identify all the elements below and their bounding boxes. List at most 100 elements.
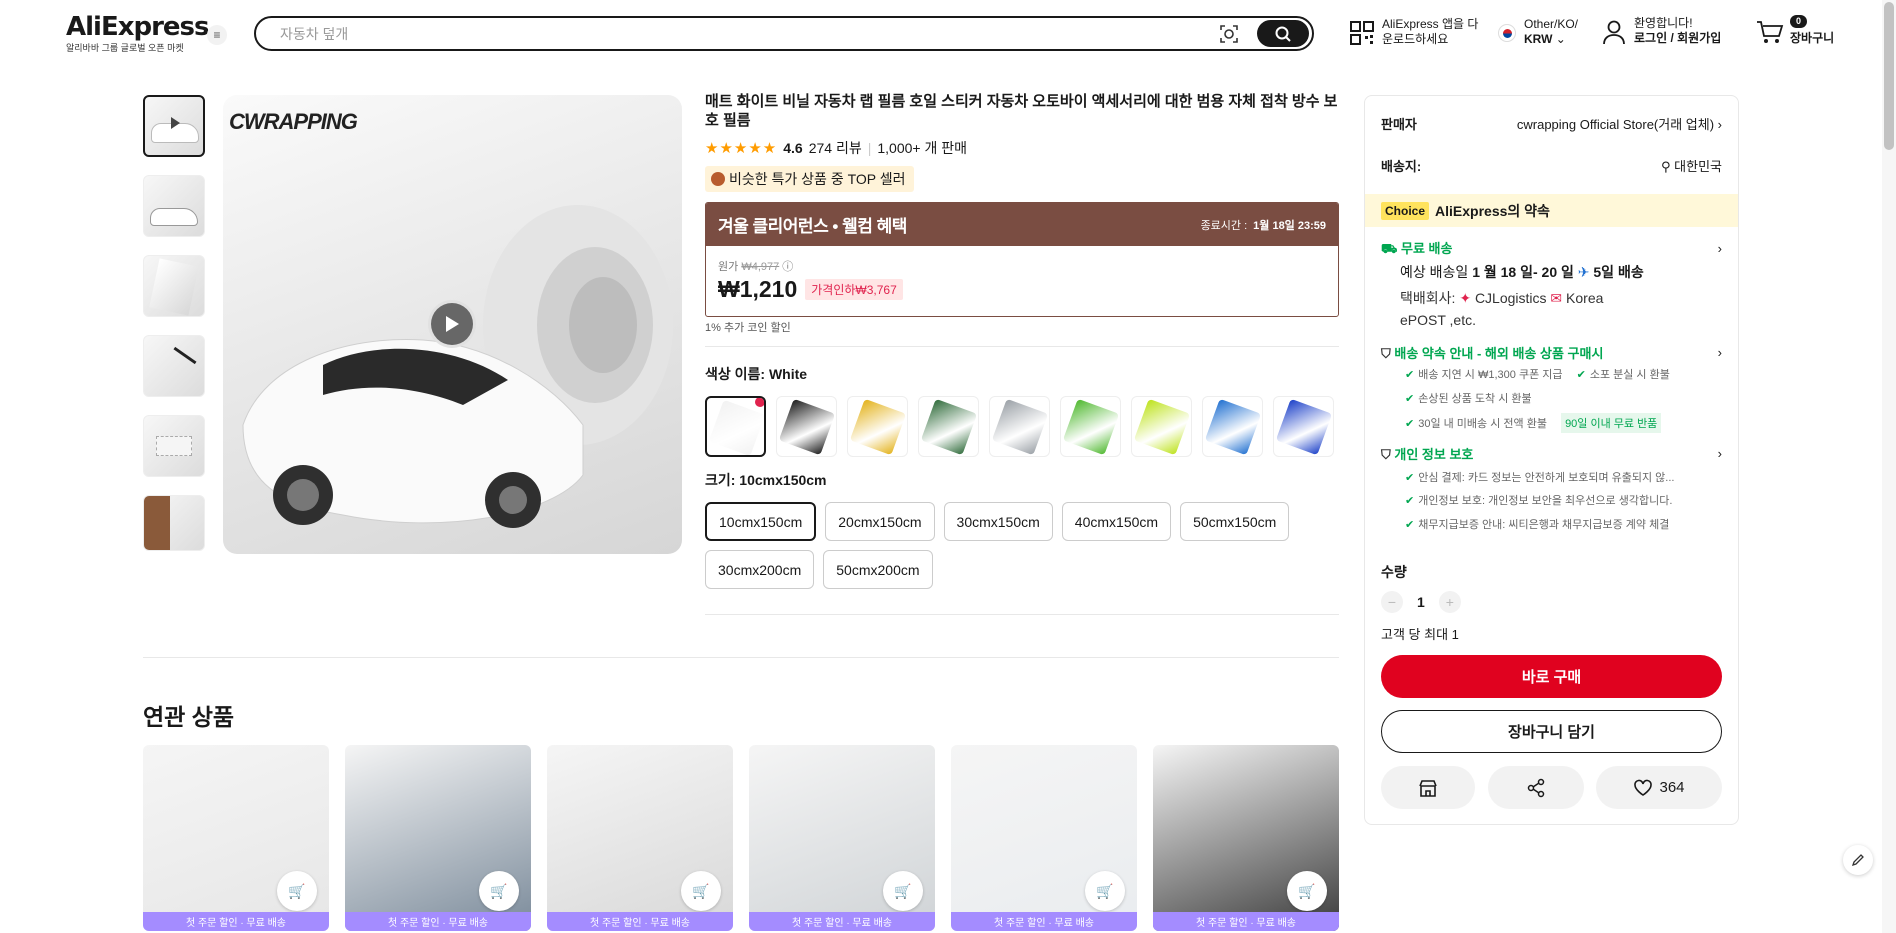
add-to-cart-icon[interactable]: 🛒 <box>1085 871 1125 911</box>
info-icon: ⓘ <box>782 261 794 273</box>
size-option[interactable]: 30cmx150cm <box>943 502 1053 541</box>
main-product-image[interactable]: CWRAPPING <box>223 95 682 554</box>
edit-icon[interactable] <box>1843 845 1873 875</box>
privacy-row[interactable]: ⛉ 개인 정보 보호 › <box>1381 444 1722 463</box>
thumbnail[interactable] <box>143 415 205 477</box>
wishlist-count: 364 <box>1659 779 1685 796</box>
share-button[interactable] <box>1488 766 1584 809</box>
discount-badge: 가격인하₩3,767 <box>805 279 903 300</box>
color-swatch-black[interactable] <box>776 396 837 457</box>
add-to-cart-icon[interactable]: 🛒 <box>277 871 317 911</box>
promo-strip: 첫 주문 할인 · 무료 배송 <box>1153 912 1339 931</box>
thumbnail[interactable] <box>143 335 205 397</box>
check-icon: ✔ <box>1405 392 1415 405</box>
check-icon: ✔ <box>1405 417 1415 430</box>
chevron-down-icon: ⌄ <box>1555 32 1566 46</box>
review-count[interactable]: 274 리뷰 <box>809 138 862 158</box>
size-option[interactable]: 50cmx200cm <box>823 550 933 589</box>
decrease-button[interactable]: − <box>1381 591 1403 613</box>
color-swatch-green[interactable] <box>1060 396 1121 457</box>
account-link[interactable]: 환영합니다! 로그인 / 회원가입 <box>1634 16 1721 46</box>
choice-banner: Choice AliExpress의 약속 <box>1365 194 1738 227</box>
add-to-cart-button[interactable]: 장바구니 담기 <box>1381 710 1722 753</box>
sale-price: ₩1,210 <box>718 276 798 302</box>
ship-to-row[interactable]: 배송지: ⚲ 대한민국 <box>1381 156 1722 175</box>
aliexpress-logo[interactable]: AliExpress <box>66 12 209 42</box>
related-product-card[interactable]: 🛒 첫 주문 할인 · 무료 배송 <box>749 745 935 931</box>
divider <box>143 657 1339 658</box>
color-swatch-silver[interactable] <box>989 396 1050 457</box>
search-button[interactable] <box>1257 20 1309 47</box>
eta-text: 예상 배송일 1 월 18 일- 20 일 ✈ 5일 배송 <box>1400 264 1644 280</box>
promo-strip: 첫 주문 할인 · 무료 배송 <box>749 912 935 931</box>
buy-now-button[interactable]: 바로 구매 <box>1381 655 1722 698</box>
check-icon: ✔ <box>1405 518 1415 531</box>
app-download-link[interactable]: AliExpress 앱을 다 운로드하세요 <box>1382 17 1478 47</box>
thumbnail[interactable] <box>143 495 205 551</box>
qr-code-icon[interactable] <box>1349 20 1375 46</box>
check-icon: ✔ <box>1405 368 1415 381</box>
search-input[interactable] <box>280 18 1180 49</box>
increase-button[interactable]: + <box>1438 591 1461 613</box>
add-to-cart-icon[interactable]: 🛒 <box>883 871 923 911</box>
check-icon: ✔ <box>1405 471 1415 484</box>
cj-logo-icon: ✦ <box>1459 290 1472 306</box>
truck-icon: ⛟ <box>1381 241 1398 256</box>
plane-icon: ✈ <box>1577 264 1590 280</box>
fire-icon <box>711 172 725 186</box>
add-to-cart-icon[interactable]: 🛒 <box>1287 871 1327 911</box>
cart-icon[interactable] <box>1756 19 1784 45</box>
wishlist-button[interactable]: 364 <box>1596 766 1722 809</box>
size-option[interactable]: 50cmx150cm <box>1180 502 1290 541</box>
add-to-cart-icon[interactable]: 🛒 <box>479 871 519 911</box>
chevron-right-icon: › <box>1717 117 1722 132</box>
scrollbar-thumb[interactable] <box>1884 2 1894 150</box>
promo-strip: 첫 주문 할인 · 무료 배송 <box>143 912 329 931</box>
top-seller-badge[interactable]: 비슷한 특가 상품 중 TOP 셀러 <box>705 166 914 192</box>
add-to-cart-icon[interactable]: 🛒 <box>681 871 721 911</box>
color-swatch-yellow[interactable] <box>847 396 908 457</box>
size-option[interactable]: 30cmx200cm <box>705 550 815 589</box>
cart-label[interactable]: 장바구니 <box>1790 31 1834 46</box>
promo-title: 겨울 클리어런스 • 웰컴 혜택 <box>718 217 907 236</box>
promo-box: 겨울 클리어런스 • 웰컴 혜택 종료시간 :1월 18일 23:59 원가 ₩… <box>705 202 1339 317</box>
rating-row: ★★★★★ 4.6 274 리뷰 | 1,000+ 개 판매 <box>705 138 968 158</box>
choice-badge: Choice <box>1381 201 1430 220</box>
related-product-card[interactable]: 🛒 첫 주문 할인 · 무료 배송 <box>345 745 531 931</box>
user-icon[interactable] <box>1602 19 1626 45</box>
color-label: 색상 이름: White <box>705 366 808 382</box>
thumbnail[interactable] <box>143 175 205 237</box>
related-product-card[interactable]: 🛒 첫 주문 할인 · 무료 배송 <box>1153 745 1339 931</box>
divider <box>705 346 1339 347</box>
store-button[interactable] <box>1381 766 1475 809</box>
color-swatch-white[interactable] <box>705 396 766 457</box>
locale-selector[interactable]: Other/KO/KRW ⌄ <box>1524 17 1578 47</box>
image-search-icon[interactable] <box>1218 23 1240 45</box>
seller-name: cwrapping Official Store(거래 업체) <box>1516 117 1715 132</box>
cart-count-badge: 0 <box>1790 15 1808 28</box>
play-video-button[interactable] <box>428 300 476 348</box>
size-option[interactable]: 20cmx150cm <box>825 502 935 541</box>
color-swatch-royal-blue[interactable] <box>1273 396 1334 457</box>
size-option[interactable]: 40cmx150cm <box>1061 502 1172 541</box>
color-swatch-dark-green[interactable] <box>918 396 979 457</box>
size-options: 10cmx150cm 20cmx150cm 30cmx150cm 40cmx15… <box>705 502 1345 589</box>
related-product-card[interactable]: 🛒 첫 주문 할인 · 무료 배송 <box>951 745 1137 931</box>
related-product-card[interactable]: 🛒 첫 주문 할인 · 무료 배송 <box>547 745 733 931</box>
quantity-limit: 고객 당 최대 1 <box>1381 627 1459 642</box>
size-option[interactable]: 10cmx150cm <box>705 502 817 541</box>
seller-row[interactable]: 판매자 cwrapping Official Store(거래 업체) › <box>1381 114 1722 133</box>
color-swatch-blue[interactable] <box>1202 396 1263 457</box>
delivery-promise-row[interactable]: ⛉ 배송 약속 안내 - 해외 배송 상품 구매시 › <box>1381 343 1722 362</box>
size-label: 크기: 10cmx150cm <box>705 472 827 488</box>
related-product-card[interactable]: 🛒 첫 주문 할인 · 무료 배송 <box>143 745 329 931</box>
promo-strip: 첫 주문 할인 · 무료 배송 <box>951 912 1137 931</box>
thumbnail[interactable] <box>143 95 205 157</box>
free-shipping-row[interactable]: ⛟ 무료 배송 › <box>1381 238 1722 259</box>
menu-icon[interactable]: ≡ <box>207 25 227 45</box>
rating-value: 4.6 <box>783 140 803 156</box>
color-swatch-lime[interactable] <box>1131 396 1192 457</box>
check-icon: ✔ <box>1405 494 1415 507</box>
thumbnail[interactable] <box>143 255 205 317</box>
original-price: 원가 ₩4,977 ⓘ <box>718 261 794 273</box>
